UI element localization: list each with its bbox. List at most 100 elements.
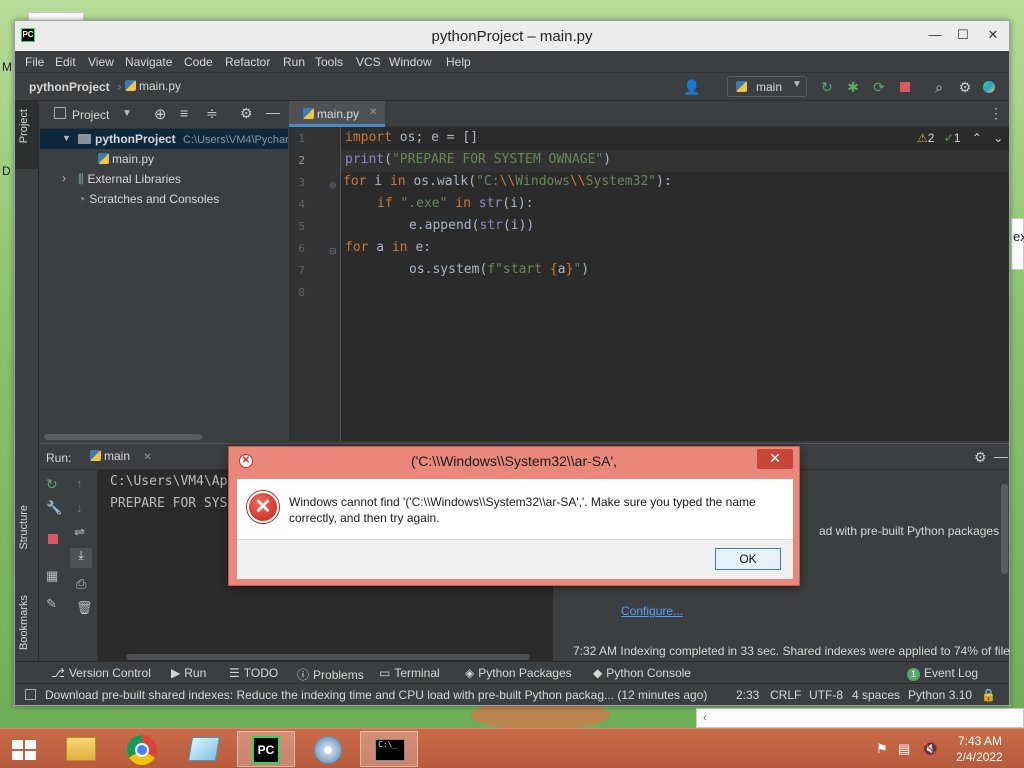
gear-icon[interactable]: ⚙ [240, 105, 253, 122]
gear-icon[interactable]: ⚙ [957, 79, 973, 95]
taskbar-notepad[interactable] [176, 731, 234, 767]
plugin-logo-icon[interactable] [981, 79, 997, 95]
menu-navigate[interactable]: Navigate [125, 55, 172, 69]
start-button[interactable] [0, 731, 48, 767]
rerun-icon[interactable]: ↻ [819, 79, 835, 95]
tool-tab-bookmarks[interactable]: Bookmarks [18, 595, 30, 650]
pin-icon[interactable]: ✎ [46, 596, 57, 612]
minimize-button[interactable]: — [921, 25, 949, 45]
stop-icon[interactable] [48, 534, 58, 544]
hide-panel-icon[interactable]: — [266, 104, 280, 120]
menu-window[interactable]: Window [389, 55, 432, 69]
run-config-selector[interactable]: main ▼ [727, 76, 807, 97]
tool-tab-run[interactable]: ▶ Run [171, 666, 206, 680]
menu-file[interactable]: File [25, 55, 44, 69]
network-icon[interactable]: ▤ [898, 741, 910, 757]
action-center-flag-icon[interactable]: ⚑ [876, 741, 888, 757]
breadcrumb-project[interactable]: pythonProject [29, 80, 110, 94]
print-icon[interactable]: ⎙ [76, 576, 86, 592]
line-separator[interactable]: CRLF [770, 688, 801, 702]
tool-tab-problems[interactable]: ⓘ Problems [297, 666, 364, 683]
chevron-up-icon[interactable]: ⌃ [972, 131, 982, 145]
stop-icon[interactable] [897, 79, 913, 95]
maximize-button[interactable]: ☐ [949, 25, 977, 45]
clock-time[interactable]: 7:43 AM [958, 734, 1002, 748]
file-encoding[interactable]: UTF-8 [809, 688, 843, 702]
search-icon[interactable]: ⌕ [931, 79, 947, 95]
chevron-down-icon[interactable]: ▼ [122, 108, 132, 119]
menu-vcs[interactable]: VCS [356, 55, 381, 69]
taskbar-pycharm[interactable]: PC [237, 731, 295, 767]
tree-item-project-root[interactable]: ▼ pythonProject C:\Users\VM4\Pycharm [40, 129, 288, 149]
title-bar[interactable]: PC pythonProject – main.py — ☐ ✕ [15, 21, 1009, 51]
gear-icon[interactable]: ⚙ [974, 449, 987, 466]
rerun-icon[interactable]: ↻ [46, 476, 58, 493]
python-interpreter[interactable]: Python 3.10 [908, 688, 972, 702]
tool-tab-terminal[interactable]: ▭ Terminal [379, 666, 440, 680]
project-panel-title[interactable]: Project [72, 108, 109, 122]
inspection-indicator[interactable]: ⚠2 ✓1 ⌃ ⌄ [917, 131, 1003, 145]
event-log-tab[interactable]: 1 Event Log [907, 666, 978, 681]
volume-muted-icon[interactable]: 🔇 [922, 741, 938, 757]
menu-tools[interactable]: Tools [315, 55, 343, 69]
clock-date[interactable]: 2/4/2022 [956, 750, 1003, 764]
hide-panel-icon[interactable]: — [994, 448, 1008, 464]
toggle-panels-icon[interactable] [25, 689, 36, 700]
close-tab-icon[interactable]: ✕ [369, 107, 377, 118]
chevron-down-icon[interactable]: ⌄ [993, 131, 1003, 145]
tree-item-main-py[interactable]: main.py [40, 149, 288, 169]
wrench-icon[interactable]: 🔧 [46, 500, 62, 516]
tool-tab-python-packages[interactable]: ◈ Python Packages [465, 666, 572, 680]
editor-tab-main-py[interactable]: main.py ✕ [289, 101, 385, 127]
tree-item-scratches[interactable]: ◔ Scratches and Consoles [40, 189, 288, 209]
tool-tab-project[interactable]: Project [18, 109, 30, 143]
menu-help[interactable]: Help [446, 55, 471, 69]
horizontal-scrollbar[interactable] [126, 654, 530, 660]
soft-wrap-icon[interactable]: ⇌ [74, 524, 85, 540]
taskbar-media-player[interactable] [298, 731, 356, 767]
tree-item-external-libraries[interactable]: › ⫼ External Libraries [40, 169, 288, 189]
tool-tab-version-control[interactable]: ⎇ Version Control [51, 666, 151, 680]
vertical-scrollbar[interactable] [1001, 484, 1008, 574]
scroll-to-end-icon[interactable]: ⤓ [70, 548, 92, 568]
trash-icon[interactable]: 🗑 [76, 600, 93, 616]
indent-setting[interactable]: 4 spaces [852, 688, 900, 702]
caret-position[interactable]: 2:33 [736, 688, 759, 702]
menu-edit[interactable]: Edit [55, 55, 76, 69]
menu-refactor[interactable]: Refactor [225, 55, 270, 69]
arrow-down-icon[interactable]: ↓ [76, 500, 83, 515]
status-message[interactable]: Download pre-built shared indexes: Reduc… [45, 688, 725, 702]
tool-tab-label: Event Log [924, 666, 979, 680]
breadcrumb-file[interactable]: main.py [125, 79, 181, 93]
close-tab-icon[interactable]: ✕ [143, 452, 151, 463]
user-icon[interactable]: 👤 [683, 79, 700, 95]
close-window-button[interactable]: ✕ [979, 25, 1007, 45]
fold-marker-icon[interactable]: ⊟ [329, 246, 337, 257]
arrow-up-icon[interactable]: ↑ [76, 476, 83, 491]
tool-tab-todo[interactable]: ☰ TODO [229, 666, 278, 680]
error-dialog: ✕ ('C:\\Windows\\System32\\ar-SA', ✕ ✕ W… [228, 446, 800, 586]
tool-tab-structure[interactable]: Structure [18, 505, 30, 550]
lock-icon[interactable]: 🔒 [981, 688, 996, 702]
menu-view[interactable]: View [88, 55, 114, 69]
expand-all-icon[interactable]: ≡ [180, 105, 188, 121]
more-options-icon[interactable]: ⋮ [989, 105, 1003, 122]
taskbar-command-prompt[interactable]: C:\_ [360, 731, 418, 767]
tool-tab-python-console[interactable]: ◆ Python Console [593, 666, 691, 680]
configure-link[interactable]: Configure... [621, 604, 683, 618]
taskbar-file-explorer[interactable] [52, 731, 110, 767]
dialog-close-button[interactable]: ✕ [757, 449, 793, 469]
menu-code[interactable]: Code [184, 55, 213, 69]
coverage-icon[interactable]: ⟳ [871, 79, 887, 95]
locate-file-icon[interactable]: ⊕ [154, 105, 167, 123]
debug-bug-icon[interactable]: ✱ [845, 79, 861, 95]
collapse-all-icon[interactable]: ≑ [206, 105, 218, 122]
ok-button[interactable]: OK [715, 548, 781, 570]
code-editor[interactable]: 1 2 3 4 5 6 7 8 ⊖ ⊟ import os; e = [] pr… [289, 127, 1009, 441]
fold-marker-icon[interactable]: ⊖ [329, 180, 337, 191]
taskbar-chrome[interactable] [113, 731, 171, 767]
menu-run[interactable]: Run [283, 55, 305, 69]
horizontal-scrollbar[interactable] [44, 434, 202, 440]
run-tab-main[interactable]: main ✕ [90, 449, 152, 463]
layout-icon[interactable]: ▦ [46, 568, 58, 584]
